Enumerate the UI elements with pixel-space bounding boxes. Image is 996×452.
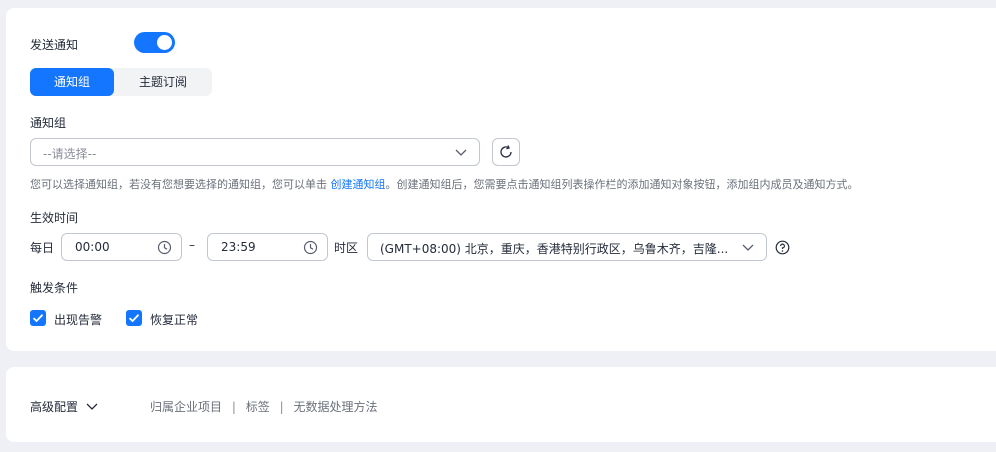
trigger-condition-label: 触发条件 xyxy=(30,281,79,295)
no-data-handling-link[interactable]: 无数据处理方法 xyxy=(293,400,377,414)
enterprise-project-link[interactable]: 归属企业项目 xyxy=(150,400,222,414)
alarm-checkbox-label: 出现告警 xyxy=(54,313,103,327)
alarm-checkbox[interactable] xyxy=(30,310,46,326)
send-notification-label: 发送通知 xyxy=(30,38,79,52)
tab-notification-group[interactable]: 通知组 xyxy=(30,68,114,96)
toggle-knob xyxy=(157,35,172,50)
notification-mode-tabs: 通知组 主题订阅 xyxy=(30,68,212,96)
hint-text-before: 您可以选择通知组，若没有您想要选择的通知组，您可以单击 xyxy=(30,178,331,191)
chevron-down-icon xyxy=(455,149,467,156)
chevron-down-icon xyxy=(86,403,98,410)
advanced-config-label: 高级配置 xyxy=(30,400,79,414)
daily-label: 每日 xyxy=(30,241,55,255)
chevron-down-icon xyxy=(742,244,754,251)
timezone-value: (GMT+08:00) 北京，重庆，香港特别行政区，乌鲁木齐，吉隆... xyxy=(380,242,729,256)
timezone-label: 时区 xyxy=(334,241,359,255)
time-range-dash: – xyxy=(189,238,195,252)
check-icon xyxy=(32,314,44,323)
timezone-select[interactable]: (GMT+08:00) 北京，重庆，香港特别行政区，乌鲁木齐，吉隆... xyxy=(367,233,767,261)
refresh-button[interactable] xyxy=(492,138,520,166)
end-time-picker[interactable]: 23:59 xyxy=(207,233,328,261)
start-time-value: 00:00 xyxy=(75,240,110,254)
separator: | xyxy=(231,400,236,414)
help-icon[interactable] xyxy=(775,240,790,255)
notification-group-placeholder: --请选择-- xyxy=(43,147,97,161)
effective-time-label: 生效时间 xyxy=(30,211,79,225)
notification-group-label: 通知组 xyxy=(30,116,67,130)
clock-icon xyxy=(157,240,172,255)
hint-text-after: 。创建通知组后，您需要点击通知组列表操作栏的添加通知对象按钮，添加组内成员及通知… xyxy=(385,178,859,191)
recovery-checkbox[interactable] xyxy=(126,310,142,326)
end-time-value: 23:59 xyxy=(221,240,256,254)
send-notification-toggle[interactable] xyxy=(134,32,175,53)
tags-link[interactable]: 标签 xyxy=(246,400,270,414)
tab-topic-subscription[interactable]: 主题订阅 xyxy=(114,68,212,96)
advanced-config-toggle[interactable]: 高级配置 xyxy=(30,398,98,415)
separator: | xyxy=(279,400,284,414)
advanced-config-links: 归属企业项目 | 标签 | 无数据处理方法 xyxy=(150,398,377,415)
start-time-picker[interactable]: 00:00 xyxy=(61,233,182,261)
refresh-icon xyxy=(500,145,512,158)
create-notification-group-link[interactable]: 创建通知组 xyxy=(331,178,386,191)
check-icon xyxy=(128,314,140,323)
recovery-checkbox-label: 恢复正常 xyxy=(150,313,199,327)
clock-icon xyxy=(303,240,318,255)
notification-group-hint: 您可以选择通知组，若没有您想要选择的通知组，您可以单击 创建通知组。创建通知组后… xyxy=(30,176,859,192)
notification-group-select[interactable]: --请选择-- xyxy=(30,138,480,166)
